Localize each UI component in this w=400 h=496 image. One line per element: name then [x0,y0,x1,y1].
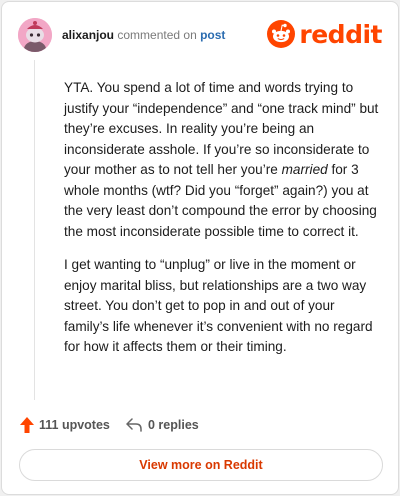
view-more-button[interactable]: View more on Reddit [19,449,383,481]
comment-byline: alixanjou commented on post [62,28,225,42]
comment-footer: 111 upvotes 0 replies [20,414,382,436]
reply-count[interactable]: 0 replies [126,414,199,436]
user-avatar[interactable] [18,18,52,52]
action-text: commented on [117,28,197,42]
comment-paragraph-1: YTA. You spend a lot of time and words t… [64,80,379,239]
reddit-wordmark: reddit [299,19,382,49]
embedded-comment-card: alixanjou commented on post reddit YTA. … [1,1,399,495]
reply-arrow-icon [126,418,142,432]
upvote-arrow-icon [20,417,34,433]
emphasis-married: married [281,162,328,177]
comment-paragraph-2: I get wanting to “unplug” or live in the… [64,257,373,354]
upvote-count[interactable]: 111 upvotes [20,414,110,436]
post-link[interactable]: post [200,28,225,42]
username-link[interactable]: alixanjou [62,28,114,42]
thread-line [34,60,35,400]
comment-header: alixanjou commented on post reddit [18,18,382,52]
comment-body: YTA. You spend a lot of time and words t… [64,78,382,371]
snoo-avatar-icon [18,18,52,52]
reddit-snoo-icon [267,20,296,48]
reddit-logo[interactable]: reddit [267,19,382,49]
